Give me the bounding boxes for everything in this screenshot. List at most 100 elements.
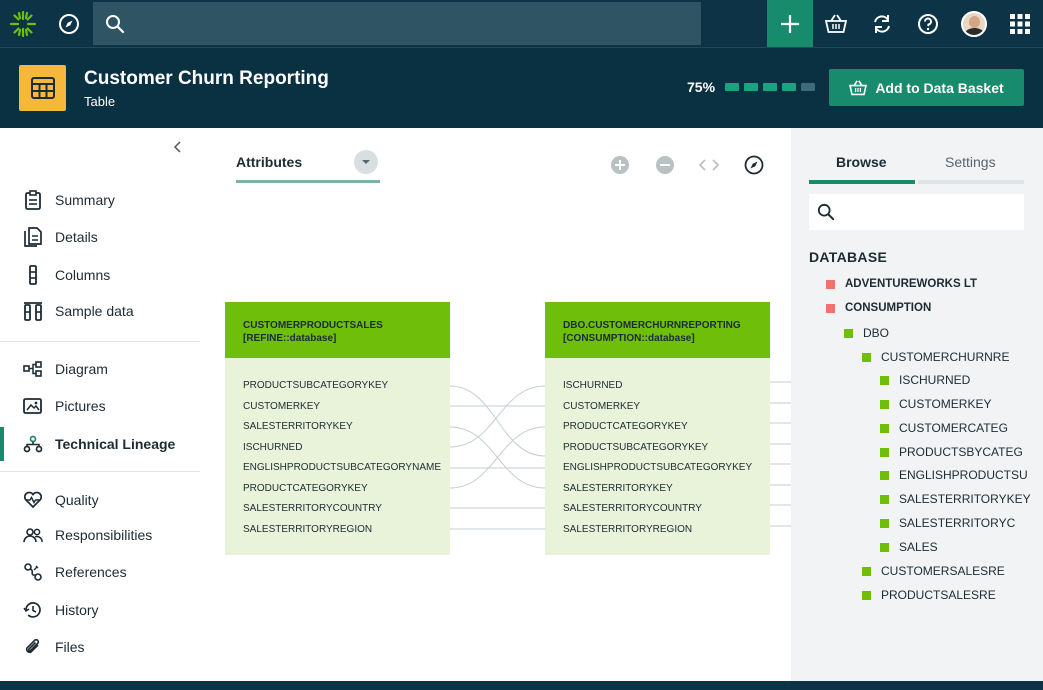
attributes-dropdown-label: Attributes — [236, 154, 303, 170]
column-row[interactable]: SALESTERRITORYREGION — [225, 523, 450, 544]
progress-segment — [725, 83, 740, 91]
zoom-out-button[interactable] — [654, 154, 676, 176]
browse-panel: Browse Settings DATABASE ADVENTUREWORKS … — [791, 128, 1043, 681]
completeness-indicator: 75% — [687, 79, 816, 95]
progress-segment — [763, 83, 778, 91]
column-row[interactable]: SALESTERRITORYREGION — [545, 523, 770, 544]
tree-node[interactable]: CUSTOMERSALESRE — [862, 564, 1005, 578]
logo-icon[interactable] — [0, 0, 46, 47]
navigate-button[interactable] — [743, 154, 765, 176]
column-row[interactable]: SALESTERRITORYKEY — [225, 420, 450, 441]
column-row[interactable]: ENGLISHPRODUCTSUBCATEGORYKEY — [545, 461, 770, 482]
active-tab-indicator — [809, 180, 915, 184]
apps-grid-icon[interactable] — [997, 0, 1043, 47]
sidebar-item-diagram[interactable]: Diagram — [0, 352, 200, 386]
tree-node[interactable]: ADVENTUREWORKS LT — [826, 278, 977, 290]
top-bar — [0, 0, 1043, 47]
tree-node[interactable]: PRODUCTSALESRE — [862, 588, 996, 602]
column-row[interactable]: PRODUCTCATEGORYKEY — [225, 482, 450, 503]
zoom-in-icon — [611, 156, 629, 174]
column-row[interactable]: PRODUCTCATEGORYKEY — [545, 420, 770, 441]
tree-node-marker — [862, 566, 871, 576]
sidebar-item-sample-data[interactable]: Sample data — [0, 294, 200, 328]
diagram-icon — [22, 358, 44, 380]
tree-node[interactable]: SALESTERRITORYKEY — [880, 492, 1031, 506]
column-row[interactable]: SALESTERRITORYKEY — [545, 482, 770, 503]
tree-node[interactable]: CUSTOMERKEY — [880, 397, 991, 411]
column-row[interactable]: CUSTOMERKEY — [225, 400, 450, 421]
code-arrows-icon — [699, 159, 719, 171]
tree-node[interactable]: SALES — [880, 540, 938, 554]
add-button[interactable] — [767, 0, 813, 47]
column-row[interactable]: CUSTOMERKEY — [545, 400, 770, 421]
tree-node-marker — [880, 494, 889, 504]
people-icon — [22, 524, 44, 546]
lineage-table-target[interactable]: DBO.CUSTOMERCHURNREPORTING [CONSUMPTION:… — [545, 302, 770, 555]
lineage-table-source[interactable]: CUSTOMERPRODUCTSALES [REFINE::database] … — [225, 302, 450, 555]
tree-node[interactable]: ISCHURNED — [880, 373, 970, 387]
tree-node-label: PRODUCTSBYCATEG — [899, 445, 1023, 459]
user-avatar-button[interactable] — [951, 0, 997, 47]
column-row[interactable]: PRODUCTSUBCATEGORYKEY — [225, 379, 450, 400]
pictures-icon — [22, 395, 44, 417]
tree-node[interactable]: CUSTOMERCATEG — [880, 421, 1008, 435]
tree-node-marker — [862, 352, 871, 362]
sidebar-item-columns[interactable]: Columns — [0, 258, 200, 292]
column-row[interactable]: SALESTERRITORYCOUNTRY — [225, 502, 450, 523]
tree-node-marker — [826, 303, 835, 313]
tree-node[interactable]: CONSUMPTION — [826, 302, 931, 314]
help-icon[interactable] — [905, 0, 951, 47]
table-icon — [19, 65, 66, 111]
sidebar-item-details[interactable]: Details — [0, 220, 200, 254]
inactive-tab-indicator — [918, 180, 1024, 184]
plus-icon — [781, 14, 799, 33]
collapse-sidebar-icon[interactable] — [172, 140, 186, 156]
column-row[interactable]: ISCHURNED — [225, 441, 450, 462]
attributes-dropdown-button[interactable] — [354, 150, 378, 174]
column-row[interactable]: PRODUCTSUBCATEGORYKEY — [545, 441, 770, 462]
table-database: [CONSUMPTION::database] — [563, 333, 695, 344]
compass-icon[interactable] — [46, 0, 92, 47]
sidebar-item-quality[interactable]: Quality — [0, 483, 200, 517]
avatar — [961, 10, 987, 37]
sidebar-item-responsibilities[interactable]: Responsibilities — [0, 518, 200, 552]
table-name: DBO.CUSTOMERCHURNREPORTING — [563, 320, 741, 331]
tree-node-label: DBO — [863, 326, 890, 340]
sidebar-item-label: Quality — [55, 492, 99, 508]
browse-search-input[interactable] — [809, 194, 1024, 230]
sidebar-item-references[interactable]: References — [0, 555, 200, 589]
tree-node[interactable]: SALESTERRITORYC — [880, 516, 1015, 530]
tree-node-marker — [844, 328, 853, 338]
paperclip-icon — [22, 636, 44, 658]
column-row[interactable]: ENGLISHPRODUCTSUBCATEGORYNAME — [225, 461, 450, 482]
column-row[interactable]: ISCHURNED — [545, 379, 770, 400]
sidebar-item-label: Responsibilities — [55, 527, 153, 543]
expand-button[interactable] — [698, 154, 720, 176]
tree-node[interactable]: ENGLISHPRODUCTSU — [880, 468, 1028, 482]
global-search-bar[interactable] — [93, 2, 701, 45]
basket-icon[interactable] — [813, 0, 859, 47]
sync-icon[interactable] — [859, 0, 905, 47]
sidebar-item-technical-lineage[interactable]: Technical Lineage — [0, 427, 200, 461]
basket-button-label: Add to Data Basket — [875, 79, 1004, 96]
add-to-data-basket-button[interactable]: Add to Data Basket — [829, 69, 1024, 106]
sidebar-item-summary[interactable]: Summary — [0, 183, 200, 217]
tree-node-label: CUSTOMERCATEG — [899, 421, 1008, 435]
lineage-canvas[interactable]: Attributes CUSTOMERPRODUCTSALES [REFINE:… — [200, 128, 791, 681]
tab-settings[interactable]: Settings — [945, 154, 996, 170]
sidebar-item-pictures[interactable]: Pictures — [0, 389, 200, 423]
tree-node-label: ISCHURNED — [899, 373, 971, 387]
references-icon — [22, 561, 44, 583]
tree-node-marker — [862, 590, 871, 600]
tree-node-label: ENGLISHPRODUCTSU — [899, 468, 1028, 482]
tree-node[interactable]: DBO — [844, 326, 889, 340]
sidebar-item-label: Files — [55, 639, 85, 655]
tree-node[interactable]: PRODUCTSBYCATEG — [880, 445, 1023, 459]
sidebar-item-history[interactable]: History — [0, 593, 200, 627]
column-row[interactable]: SALESTERRITORYCOUNTRY — [545, 502, 770, 523]
table-database: [REFINE::database] — [243, 333, 337, 344]
tree-node[interactable]: CUSTOMERCHURNRE — [862, 350, 1009, 364]
tab-browse[interactable]: Browse — [836, 154, 887, 170]
zoom-in-button[interactable] — [609, 154, 631, 176]
sidebar-item-files[interactable]: Files — [0, 630, 200, 664]
